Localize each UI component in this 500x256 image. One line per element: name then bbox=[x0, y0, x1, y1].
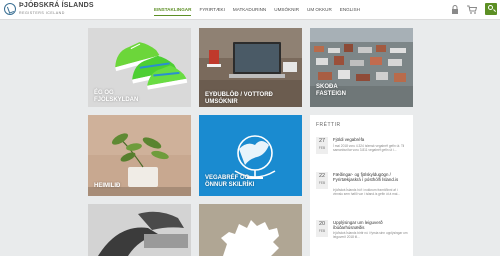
tile-label: ÉG OG FJÖLSKYLDAN bbox=[94, 90, 138, 103]
nav-um-okkur[interactable]: UM OKKUR bbox=[307, 6, 332, 16]
news-item[interactable]: 22 FEB Fæðingar- og fjölskyldugögn / Fyr… bbox=[316, 172, 410, 217]
tile-label-line1: EYÐUBLÖÐ / VOTTORÐ bbox=[205, 92, 273, 98]
tile-keyboard[interactable] bbox=[88, 204, 191, 256]
nav-einstaklingar[interactable]: EINSTAKLINGAR bbox=[154, 6, 192, 16]
search-button[interactable] bbox=[485, 3, 497, 15]
news-headline[interactable]: Fæðingar- og fjölskyldugögn / Fyrirtækja… bbox=[333, 172, 408, 182]
iceland-map-icon bbox=[221, 220, 279, 256]
nav-umsoknir[interactable]: UMSÓKNIR bbox=[274, 6, 299, 16]
tile-heimilid[interactable]: HEIMILIÐ bbox=[88, 115, 191, 196]
news-item[interactable]: 20 FEB Upplýsingar um leiguverð íbúðarhú… bbox=[316, 220, 410, 256]
tile-label-line2: FJÖLSKYLDAN bbox=[94, 96, 139, 103]
logo-mark-icon bbox=[4, 3, 16, 15]
news-headline[interactable]: Upplýsingar um leiguverð íbúðarhúsnæðis bbox=[333, 220, 408, 230]
tile-skoda-fasteign[interactable]: SKOÐA FASTEIGN bbox=[310, 28, 413, 107]
site-logo[interactable]: ÞJÓÐSKRÁ ÍSLANDS REGISTERS ICELAND bbox=[4, 2, 94, 18]
news-excerpt: Í mai 2018 voru 4.324 íslensk vegabréf g… bbox=[333, 144, 405, 152]
news-date-month: FEB bbox=[318, 181, 326, 185]
tile-iceland-map[interactable] bbox=[199, 204, 302, 256]
logo-title: ÞJÓÐSKRÁ ÍSLANDS bbox=[19, 2, 94, 9]
news-excerpt: Þjóðskrá Íslands birtir nú í fyrsta sinn… bbox=[333, 231, 408, 239]
tile-eg-og-fjolskyldan[interactable]: ÉG OG FJÖLSKYLDAN bbox=[88, 28, 191, 107]
search-icon bbox=[488, 5, 493, 10]
nav-english[interactable]: ENGLISH bbox=[340, 6, 360, 16]
tile-label: EYÐUBLÖÐ / VOTTORÐ UMSÓKNIR bbox=[205, 92, 273, 105]
top-navigation-bar: ÞJÓÐSKRÁ ÍSLANDS REGISTERS ICELAND EINST… bbox=[0, 0, 500, 20]
news-item[interactable]: 27 FEB Fjöldi vegabréfa Í mai 2018 voru … bbox=[316, 137, 410, 171]
main-nav: EINSTAKLINGAR FYRIRTÆKI MATKADURINN UMSÓ… bbox=[154, 6, 368, 16]
tile-label: SKOÐA FASTEIGN bbox=[316, 84, 346, 97]
news-date: 20 FEB bbox=[316, 220, 328, 237]
news-date-day: 20 bbox=[318, 221, 326, 227]
tile-label: VEGABRÉF OG ÖNNUR SKILRÍKI bbox=[205, 175, 254, 188]
news-date-month: FEB bbox=[318, 146, 326, 150]
lock-icon[interactable] bbox=[449, 4, 460, 15]
cart-icon[interactable] bbox=[466, 4, 477, 15]
tile-label-line2: ÖNNUR SKILRÍKI bbox=[205, 181, 255, 188]
news-date: 27 FEB bbox=[316, 137, 328, 154]
news-excerpt: Þjóðskrá Íslands hóf í nokkrum framtíðin… bbox=[333, 188, 400, 196]
nav-fyrirtaeki[interactable]: FYRIRTÆKI bbox=[199, 6, 224, 16]
nav-matkadurinn[interactable]: MATKADURINN bbox=[233, 6, 266, 16]
news-title: FRÉTTIR bbox=[316, 122, 341, 128]
tile-label: HEIMILIÐ bbox=[94, 183, 120, 190]
tile-vegabref[interactable]: VEGABRÉF OG ÖNNUR SKILRÍKI bbox=[199, 115, 302, 196]
tile-label-line2: UMSÓKNIR bbox=[205, 98, 238, 105]
news-panel: FRÉTTIR 27 FEB Fjöldi vegabréfa Í mai 20… bbox=[310, 115, 413, 256]
news-headline[interactable]: Fjöldi vegabréfa bbox=[333, 137, 408, 142]
news-date-month: FEB bbox=[318, 229, 326, 233]
news-date-day: 22 bbox=[318, 173, 326, 179]
tile-label-line1: HEIMILIÐ bbox=[94, 183, 121, 189]
tile-label-line2: FASTEIGN bbox=[316, 90, 347, 97]
news-date-day: 27 bbox=[318, 138, 326, 144]
tile-eydublod-umsoknir[interactable]: EYÐUBLÖÐ / VOTTORÐ UMSÓKNIR bbox=[199, 28, 302, 107]
keyboard-image bbox=[88, 204, 191, 256]
news-date: 22 FEB bbox=[316, 172, 328, 189]
tile-label-line1: VEGABRÉF OG bbox=[205, 175, 250, 181]
logo-subtitle: REGISTERS ICELAND bbox=[19, 11, 65, 15]
